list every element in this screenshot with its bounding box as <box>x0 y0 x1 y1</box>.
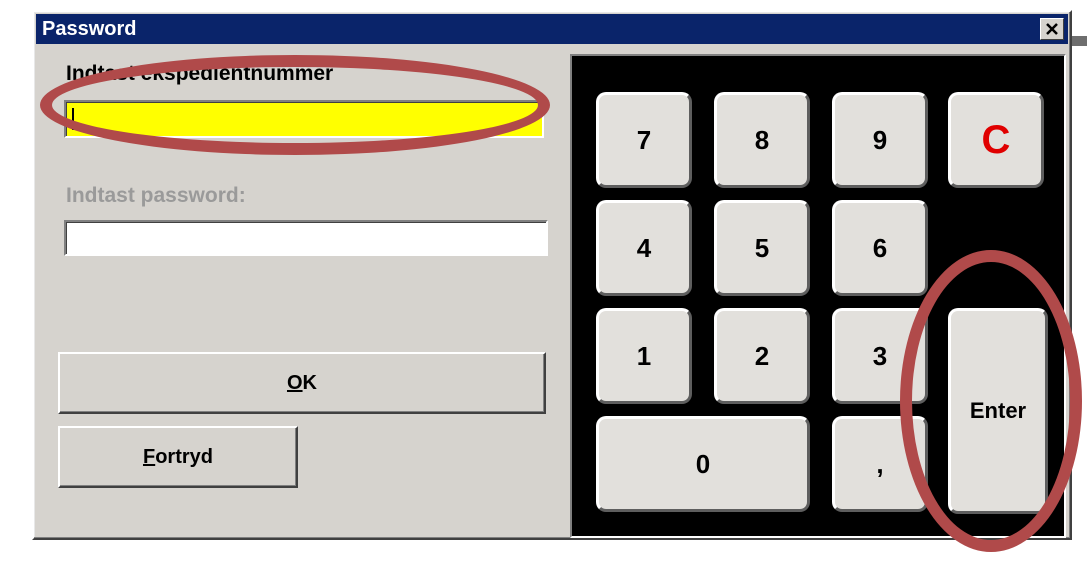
password-input[interactable] <box>64 220 548 256</box>
window-title: Password <box>42 18 137 40</box>
key-clear[interactable]: C <box>948 92 1044 188</box>
employee-number-label: Indtast ekspedientnummer <box>66 62 334 85</box>
close-icon <box>1046 23 1058 35</box>
text-caret <box>72 108 74 130</box>
key-5[interactable]: 5 <box>714 200 810 296</box>
ok-button[interactable]: OK <box>58 352 546 414</box>
key-2[interactable]: 2 <box>714 308 810 404</box>
password-label: Indtast password: <box>66 184 246 207</box>
key-9[interactable]: 9 <box>832 92 928 188</box>
cancel-mnemonic: F <box>142 445 156 468</box>
title-bar: Password <box>36 14 1068 44</box>
cancel-label-rest: ortryd <box>155 445 213 468</box>
ok-label-rest: K <box>302 371 317 394</box>
key-8[interactable]: 8 <box>714 92 810 188</box>
key-enter[interactable]: Enter <box>948 308 1048 514</box>
key-0[interactable]: 0 <box>596 416 810 512</box>
key-comma[interactable]: , <box>832 416 928 512</box>
password-dialog: Password Indtast ekspedientnummer Indtas… <box>32 10 1072 540</box>
key-3[interactable]: 3 <box>832 308 928 404</box>
ok-mnemonic: O <box>286 371 303 394</box>
cancel-button[interactable]: Fortryd <box>58 426 298 488</box>
employee-number-input[interactable] <box>64 100 544 138</box>
key-1[interactable]: 1 <box>596 308 692 404</box>
key-6[interactable]: 6 <box>832 200 928 296</box>
key-4[interactable]: 4 <box>596 200 692 296</box>
numeric-keypad: 7 8 9 C 4 5 6 1 2 3 0 , Enter <box>570 54 1066 538</box>
close-button[interactable] <box>1040 18 1064 40</box>
key-7[interactable]: 7 <box>596 92 692 188</box>
